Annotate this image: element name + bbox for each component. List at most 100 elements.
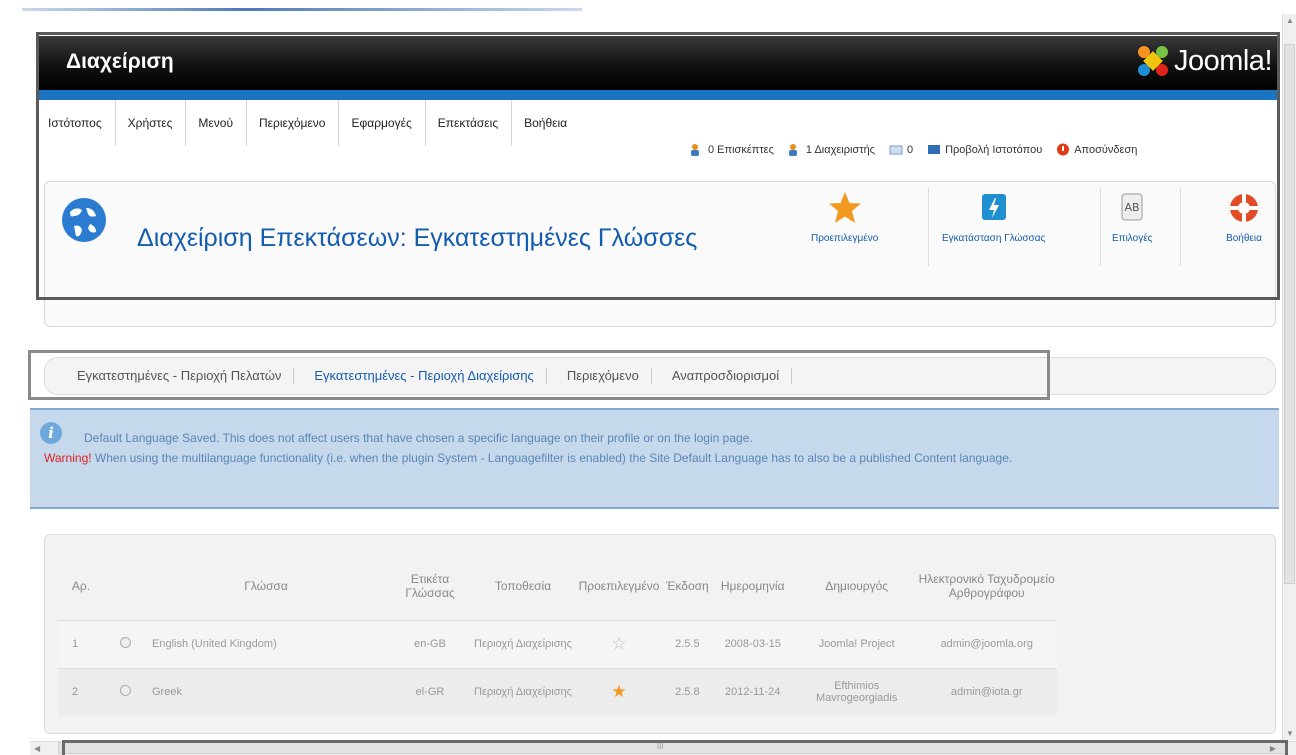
cell-select xyxy=(104,619,146,668)
cell-author: Joomla! Project xyxy=(796,619,917,668)
header-accent-bar xyxy=(36,90,1278,100)
menu-item-content[interactable]: Περιεχόμενο xyxy=(247,100,340,146)
star-filled-icon: ★ xyxy=(611,682,627,702)
vertical-scrollbar[interactable]: ▲ ▼ xyxy=(1282,14,1296,740)
star-empty-icon[interactable]: ☆ xyxy=(611,634,626,653)
cell-date: 2012-11-24 xyxy=(708,667,797,716)
header-default[interactable]: Προεπιλεγμένο xyxy=(572,552,666,620)
subtab-content[interactable]: Περιεχόμενο xyxy=(565,368,652,384)
toolbar-install-language-label: Εγκατάσταση Γλώσσας xyxy=(942,233,1046,244)
table-row: 2 Greek el-GR Περιοχή Διαχείρισης ★ 2.5.… xyxy=(58,667,1057,716)
view-site-link[interactable]: Προβολή Ιστοτόπου xyxy=(927,143,1042,156)
messages-count: 0 xyxy=(906,143,914,156)
menu-item-help[interactable]: Βοήθεια xyxy=(512,100,580,146)
toolbar-install-language-button[interactable]: Εγκατάσταση Γλώσσας xyxy=(942,190,1045,244)
header-language[interactable]: Γλώσσα xyxy=(146,552,386,620)
options-icon: ΑΒ xyxy=(1121,193,1143,221)
subtab-installed-administrator[interactable]: Εγκατεστημένες - Περιοχή Διαχείρισης xyxy=(312,368,547,384)
toolbar-default-button[interactable]: Προεπιλεγμένο xyxy=(811,190,878,244)
admins-count: 1 Διαχειριστής xyxy=(805,143,875,156)
horizontal-scrollbar[interactable]: ◀ III ▶ xyxy=(30,741,1296,755)
header-date[interactable]: Ημερομηνία xyxy=(709,552,797,620)
cell-location: Περιοχή Διαχείρισης xyxy=(474,619,572,668)
scroll-grip: III xyxy=(657,742,664,751)
cell-default: ★ xyxy=(572,667,666,716)
scroll-left-arrow-icon[interactable]: ◀ xyxy=(34,744,40,753)
cell-language: English (United Kingdom) xyxy=(146,619,386,668)
table-row: 1 English (United Kingdom) en-GB Περιοχή… xyxy=(58,619,1057,668)
svg-text:ΑΒ: ΑΒ xyxy=(1125,201,1140,214)
joomla-logo[interactable]: Joomla! xyxy=(1134,42,1273,80)
admin-header: Διαχείριση Joomla! xyxy=(36,36,1278,90)
header-author[interactable]: Δημιουργός xyxy=(797,552,917,620)
cell-num: 2 xyxy=(58,667,104,716)
tab-indicator xyxy=(22,8,582,11)
cell-version: 2.5.8 xyxy=(666,667,709,716)
warning-label: Warning! xyxy=(44,451,92,465)
star-icon xyxy=(828,192,861,223)
header-location[interactable]: Τοποθεσία xyxy=(474,552,572,620)
visitors-count: 0 Επισκέπτες xyxy=(708,143,774,156)
vertical-scroll-thumb[interactable] xyxy=(1284,44,1295,584)
languages-table: Αρ. Γλώσσα Ετικέτα Γλώσσας Τοποθεσία Προ… xyxy=(58,552,1057,716)
cell-tag: el-GR xyxy=(386,667,474,716)
header-title: Διαχείριση xyxy=(66,50,174,73)
status-admins: 1 Διαχειριστής xyxy=(788,143,875,156)
logo-text: Joomla! xyxy=(1173,44,1273,77)
header-version[interactable]: Έκδοση xyxy=(666,552,709,620)
subtab-overrides[interactable]: Αναπροσδιορισμοί xyxy=(670,368,793,384)
cell-email: admin@iota.gr xyxy=(916,667,1057,716)
toolbar-separator xyxy=(928,188,929,266)
menu-item-users[interactable]: Χρήστες xyxy=(116,100,187,146)
toolbar-help-button[interactable]: Βοήθεια xyxy=(1226,190,1262,244)
cell-author: Efthimios Mavrogeorgiadis xyxy=(796,667,917,716)
install-icon xyxy=(981,194,1006,220)
toolbar-separator xyxy=(1180,188,1181,266)
status-messages[interactable]: 0 xyxy=(889,143,913,156)
messages-icon xyxy=(889,145,903,155)
table-header-row: Αρ. Γλώσσα Ετικέτα Γλώσσας Τοποθεσία Προ… xyxy=(58,552,1057,620)
header-email[interactable]: Ηλεκτρονικό Ταχυδρομείο Αρθρογράφου xyxy=(917,552,1057,620)
main-menu: Ιστότοπος Χρήστες Μενού Περιεχόμενο Εφαρ… xyxy=(36,100,1278,146)
row-radio[interactable] xyxy=(119,637,131,648)
row-radio[interactable] xyxy=(119,685,131,697)
users-icon xyxy=(691,144,699,156)
warning-text: When using the multilanguage functionali… xyxy=(94,451,1013,465)
toolbar-options-label: Επιλογές xyxy=(1112,233,1153,244)
header-select xyxy=(104,552,146,620)
cell-language: Greek xyxy=(146,667,386,716)
status-bar: 0 Επισκέπτες 1 Διαχειριστής 0 Προβολή Ισ… xyxy=(690,143,1137,156)
cell-date: 2008-03-15 xyxy=(708,619,797,668)
cell-num: 1 xyxy=(58,619,104,668)
scroll-right-arrow-icon[interactable]: ▶ xyxy=(1270,744,1276,753)
cell-email: admin@joomla.org xyxy=(916,619,1057,668)
message-info: Default Language Saved. This does not af… xyxy=(84,431,753,445)
monitor-icon xyxy=(928,145,941,154)
subtab-installed-site[interactable]: Εγκατεστημένες - Περιοχή Πελατών xyxy=(75,368,295,384)
cell-version: 2.5.5 xyxy=(666,619,709,668)
message-warning: Warning! When using the multilanguage fu… xyxy=(44,448,1269,468)
page-title: Διαχείριση Επεκτάσεων: Εγκατεστημένες Γλ… xyxy=(137,224,698,252)
header-tag[interactable]: Ετικέτα Γλώσσας xyxy=(386,552,474,620)
logout-link[interactable]: Αποσύνδεση xyxy=(1056,143,1137,156)
scroll-up-arrow-icon[interactable]: ▲ xyxy=(1286,16,1294,25)
lifebuoy-icon xyxy=(1230,194,1258,222)
toolbar-options-button[interactable]: ΑΒ Επιλογές xyxy=(1112,190,1152,244)
joomla-logo-icon xyxy=(1137,46,1168,76)
scroll-down-arrow-icon[interactable]: ▼ xyxy=(1286,729,1294,738)
horizontal-scroll-thumb[interactable]: III xyxy=(58,742,1286,754)
view-site-label: Προβολή Ιστοτόπου xyxy=(945,143,1043,156)
menu-item-site[interactable]: Ιστότοπος xyxy=(36,100,116,146)
menu-item-menus[interactable]: Μενού xyxy=(186,100,248,146)
cell-default: ☆ xyxy=(572,619,666,668)
browser-window: Διαχείριση Joomla! Ιστότοπος Χρήστες Μεν… xyxy=(0,0,1296,755)
system-message: i Default Language Saved. This does not … xyxy=(30,408,1279,509)
header-num[interactable]: Αρ. xyxy=(58,552,104,620)
status-visitors: 0 Επισκέπτες xyxy=(690,143,774,156)
toolbar-default-label: Προεπιλεγμένο xyxy=(811,233,879,244)
logout-icon xyxy=(1057,143,1070,156)
menu-item-components[interactable]: Εφαρμογές xyxy=(339,100,426,146)
cell-location: Περιοχή Διαχείρισης xyxy=(474,667,572,716)
menu-item-extensions[interactable]: Επεκτάσεις xyxy=(426,100,513,146)
cell-select xyxy=(104,667,146,716)
